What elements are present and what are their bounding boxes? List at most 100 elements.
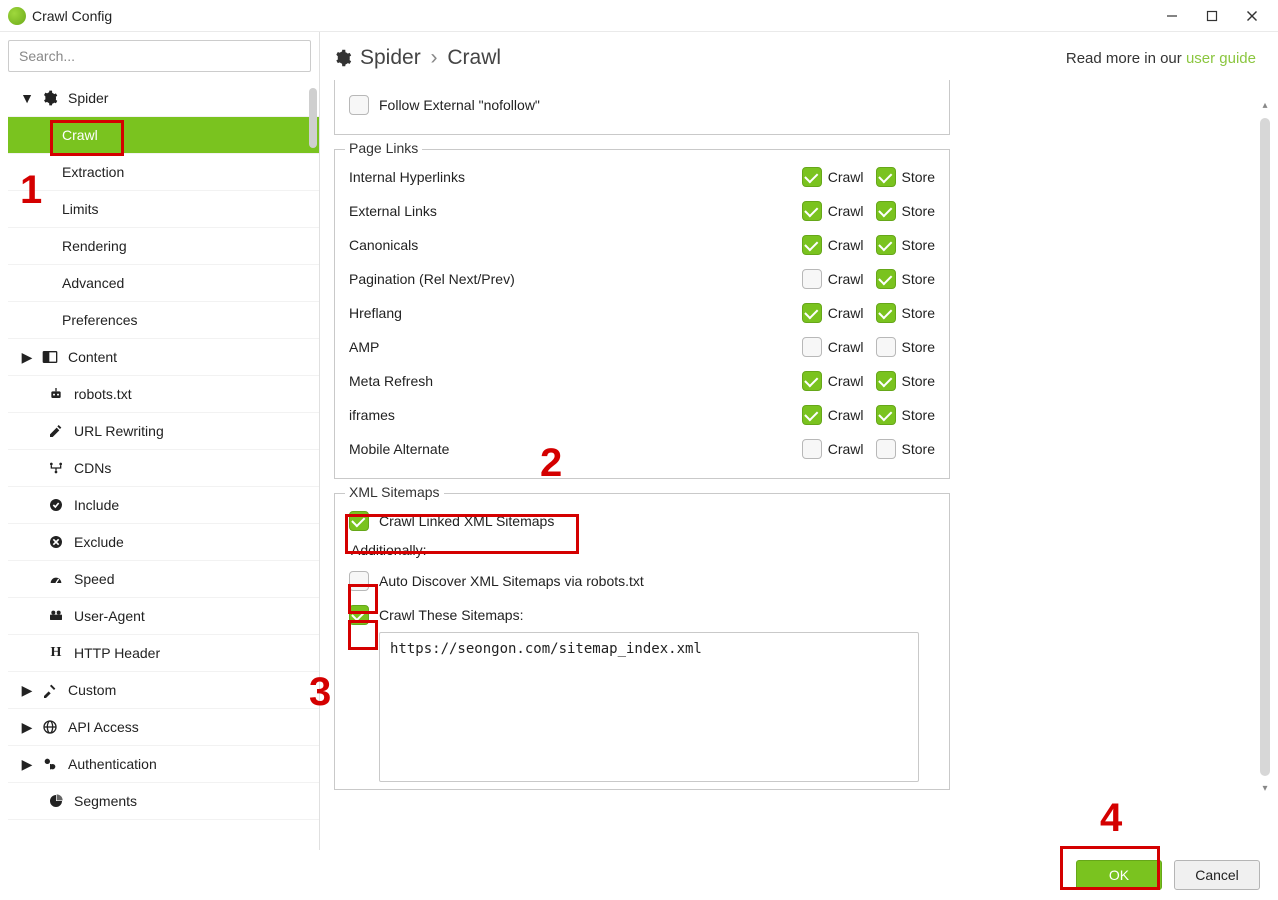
checkbox[interactable] [802,405,822,425]
store-pair[interactable]: Store [876,303,935,323]
checkbox[interactable] [802,269,822,289]
sidebar-item-http-header[interactable]: H HTTP Header [8,635,319,672]
checkbox[interactable] [876,201,896,221]
store-pair[interactable]: Store [876,269,935,289]
sidebar-item-url-rewriting[interactable]: URL Rewriting [8,413,319,450]
include-icon [46,497,66,513]
store-pair[interactable]: Store [876,337,935,357]
breadcrumb-sep: › [431,46,438,69]
crawl-label: Crawl [828,305,864,321]
checkbox-label: Crawl Linked XML Sitemaps [379,513,554,529]
sidebar-item-user-agent[interactable]: User-Agent [8,598,319,635]
checkbox[interactable] [349,605,369,625]
sidebar-item-include[interactable]: Include [8,487,319,524]
sidebar-item-limits[interactable]: Limits [8,191,319,228]
checkbox[interactable] [802,439,822,459]
crawl-pair[interactable]: Crawl [802,337,864,357]
sidebar-scrollbar[interactable] [308,86,318,846]
chevron-down-icon[interactable]: ▾ [1260,783,1270,794]
checkbox[interactable] [876,303,896,323]
checkbox[interactable] [876,167,896,187]
checkbox[interactable] [876,371,896,391]
sidebar-item-rendering[interactable]: Rendering [8,228,319,265]
checkbox[interactable] [349,571,369,591]
sidebar-item-content[interactable]: ▶ Content [8,339,319,376]
crawl-pair[interactable]: Crawl [802,405,864,425]
scrollbar-thumb[interactable] [1260,118,1270,776]
sidebar-item-authentication[interactable]: ▶ Authentication [8,746,319,783]
scrollbar-thumb[interactable] [309,88,317,148]
sidebar-item-speed[interactable]: Speed [8,561,319,598]
sidebar-item-robots[interactable]: robots.txt [8,376,319,413]
store-label: Store [902,407,935,423]
sidebar-item-label: Extraction [62,164,124,180]
globe-icon [40,719,60,735]
checkbox[interactable] [876,439,896,459]
sidebar-item-spider[interactable]: ▼ Spider [8,80,319,117]
crawl-pair[interactable]: Crawl [802,269,864,289]
sidebar-item-preferences[interactable]: Preferences [8,302,319,339]
checkbox[interactable] [349,511,369,531]
sidebar-item-label: Speed [74,571,114,587]
store-pair[interactable]: Store [876,201,935,221]
sidebar-item-cdns[interactable]: CDNs [8,450,319,487]
scrollbar[interactable]: ▴ ▾ [1258,114,1272,780]
crawl-pair[interactable]: Crawl [802,371,864,391]
sidebar-item-crawl[interactable]: Crawl [8,117,319,154]
sidebar-item-extraction[interactable]: Extraction [8,154,319,191]
checkbox[interactable] [802,371,822,391]
checkbox[interactable] [876,235,896,255]
crawl-pair[interactable]: Crawl [802,303,864,323]
cancel-button[interactable]: Cancel [1174,860,1260,890]
crawl-pair[interactable]: Crawl [802,439,864,459]
checkbox[interactable] [802,303,822,323]
store-pair[interactable]: Store [876,439,935,459]
tools-icon [40,682,60,698]
edit-icon [46,423,66,439]
close-button[interactable] [1232,2,1272,30]
checkbox[interactable] [802,337,822,357]
crawl-linked-xml-sitemaps-row[interactable]: Crawl Linked XML Sitemaps [349,504,935,538]
sidebar-item-custom[interactable]: ▶ Custom [8,672,319,709]
sidebar-item-label: Crawl [62,127,98,143]
crawl-pair[interactable]: Crawl [802,167,864,187]
sidebar-item-label: Segments [74,793,137,809]
checkbox[interactable] [802,201,822,221]
maximize-button[interactable] [1192,2,1232,30]
sidebar-item-api-access[interactable]: ▶ API Access [8,709,319,746]
crawl-pair[interactable]: Crawl [802,235,864,255]
gear-icon [40,90,60,106]
sidebar-item-label: Custom [68,682,116,698]
checkbox[interactable] [802,235,822,255]
crawl-pair[interactable]: Crawl [802,201,864,221]
window-title: Crawl Config [32,8,112,24]
store-pair[interactable]: Store [876,405,935,425]
sidebar-item-advanced[interactable]: Advanced [8,265,319,302]
ok-button[interactable]: OK [1076,860,1162,890]
sitemaps-textarea[interactable] [379,632,919,782]
user-guide-link[interactable]: user guide [1186,50,1256,67]
checkbox[interactable] [876,269,896,289]
minimize-button[interactable] [1152,2,1192,30]
checkbox[interactable] [876,405,896,425]
sidebar-item-exclude[interactable]: Exclude [8,524,319,561]
chevron-up-icon[interactable]: ▴ [1260,100,1270,111]
store-pair[interactable]: Store [876,235,935,255]
store-pair[interactable]: Store [876,167,935,187]
crawl-these-sitemaps-row[interactable]: Crawl These Sitemaps: [349,598,935,632]
crawl-label: Crawl [828,441,864,457]
top-section: Follow External "nofollow" [334,80,950,135]
checkbox-label: Auto Discover XML Sitemaps via robots.tx… [379,573,644,589]
store-pair[interactable]: Store [876,371,935,391]
sidebar-item-segments[interactable]: Segments [8,783,319,820]
auto-discover-row[interactable]: Auto Discover XML Sitemaps via robots.tx… [349,564,935,598]
search-input[interactable] [8,40,311,72]
page-link-row: Meta RefreshCrawlStore [349,364,935,398]
checkbox[interactable] [802,167,822,187]
sidebar: ▼ Spider Crawl Extraction Limits Renderi… [0,32,320,850]
sidebar-item-label: Preferences [62,312,137,328]
checkbox[interactable] [349,95,369,115]
follow-external-nofollow-row[interactable]: Follow External "nofollow" [349,88,935,122]
checkbox[interactable] [876,337,896,357]
link-name: Internal Hyperlinks [349,169,790,185]
